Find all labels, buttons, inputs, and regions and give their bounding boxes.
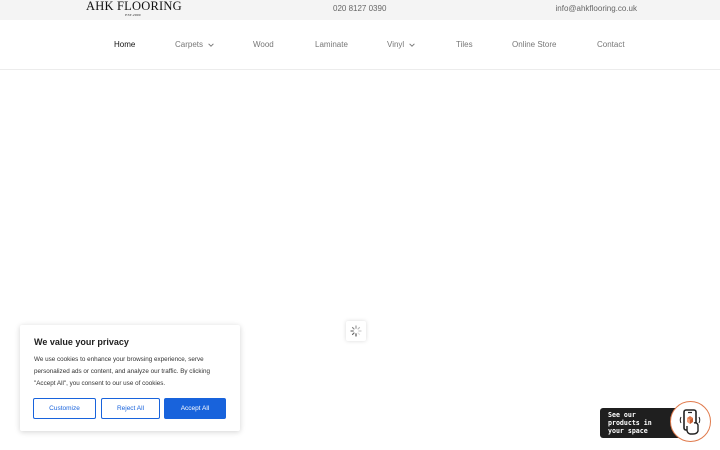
email-link[interactable]: info@ahkflooring.co.uk bbox=[556, 4, 638, 13]
logo-subtext: EST.2000 bbox=[125, 13, 141, 17]
loading-spinner bbox=[346, 321, 366, 341]
nav-item-label: Home bbox=[114, 40, 136, 49]
nav-item-label: Contact bbox=[597, 40, 625, 49]
nav-item-laminate[interactable]: Laminate bbox=[315, 40, 348, 49]
accept-all-button[interactable]: Accept All bbox=[164, 398, 226, 419]
phone-link[interactable]: 020 8127 0390 bbox=[333, 4, 386, 13]
spinner-icon bbox=[350, 325, 362, 337]
nav-item-label: Vinyl bbox=[387, 40, 405, 49]
nav-item-carpets[interactable]: Carpets bbox=[175, 40, 215, 49]
main-nav: Home Carpets Wood Laminate Vinyl Tiles O… bbox=[0, 20, 720, 70]
nav-item-online-store[interactable]: Online Store bbox=[512, 40, 556, 49]
ar-widget-button[interactable] bbox=[670, 401, 711, 442]
reject-all-button[interactable]: Reject All bbox=[101, 398, 160, 419]
logo-text: AHK FLOORING bbox=[86, 0, 182, 13]
chevron-down-icon bbox=[208, 42, 214, 47]
nav-item-tiles[interactable]: Tiles bbox=[456, 40, 473, 49]
ar-visualizer-widget[interactable]: See our products in your space bbox=[600, 401, 711, 442]
cookie-consent-banner: We value your privacy We use cookies to … bbox=[20, 325, 240, 431]
nav-item-label: Carpets bbox=[175, 40, 204, 49]
nav-item-label: Tiles bbox=[456, 40, 473, 49]
nav-item-label: Laminate bbox=[315, 40, 348, 49]
cookie-title: We value your privacy bbox=[34, 337, 129, 347]
nav-item-wood[interactable]: Wood bbox=[253, 40, 274, 49]
customize-button[interactable]: Customize bbox=[33, 398, 96, 419]
nav-item-contact[interactable]: Contact bbox=[597, 40, 625, 49]
nav-item-home[interactable]: Home bbox=[114, 40, 135, 49]
site-logo[interactable]: AHK FLOORING EST.2000 bbox=[86, 0, 182, 20]
nav-item-label: Wood bbox=[253, 40, 274, 49]
nav-item-vinyl[interactable]: Vinyl bbox=[387, 40, 416, 49]
phone-ar-icon bbox=[679, 408, 700, 435]
chevron-down-icon bbox=[409, 42, 415, 47]
top-bar: AHK FLOORING EST.2000 020 8127 0390 info… bbox=[0, 0, 720, 20]
cookie-description: We use cookies to enhance your browsing … bbox=[34, 356, 210, 387]
nav-item-label: Online Store bbox=[512, 40, 557, 49]
ar-widget-text: See our products in your space bbox=[608, 411, 652, 435]
